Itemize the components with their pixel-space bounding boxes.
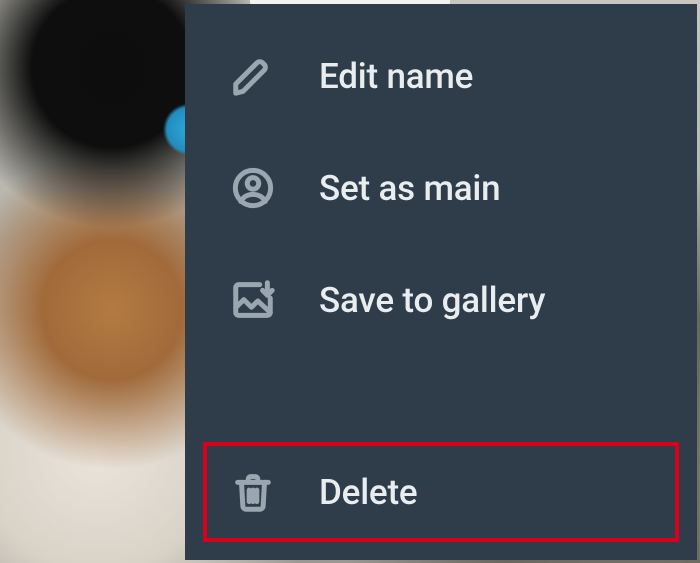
menu-item-label: Save to gallery [319, 280, 545, 321]
menu-item-label: Set as main [319, 168, 500, 209]
menu-item-label: Delete [319, 472, 417, 513]
image-download-icon [227, 274, 279, 326]
menu-item-save-to-gallery[interactable]: Save to gallery [203, 250, 679, 350]
context-menu: Edit name Set as main [185, 4, 697, 560]
user-circle-icon [227, 162, 279, 214]
menu-spacer [203, 362, 679, 430]
menu-item-set-as-main[interactable]: Set as main [203, 138, 679, 238]
menu-item-label: Edit name [319, 56, 473, 97]
menu-item-edit-name[interactable]: Edit name [203, 26, 679, 126]
trash-icon [227, 466, 279, 518]
menu-item-delete[interactable]: Delete [203, 442, 679, 542]
pencil-icon [227, 50, 279, 102]
photo-context-screen: Edit name Set as main [0, 0, 700, 563]
